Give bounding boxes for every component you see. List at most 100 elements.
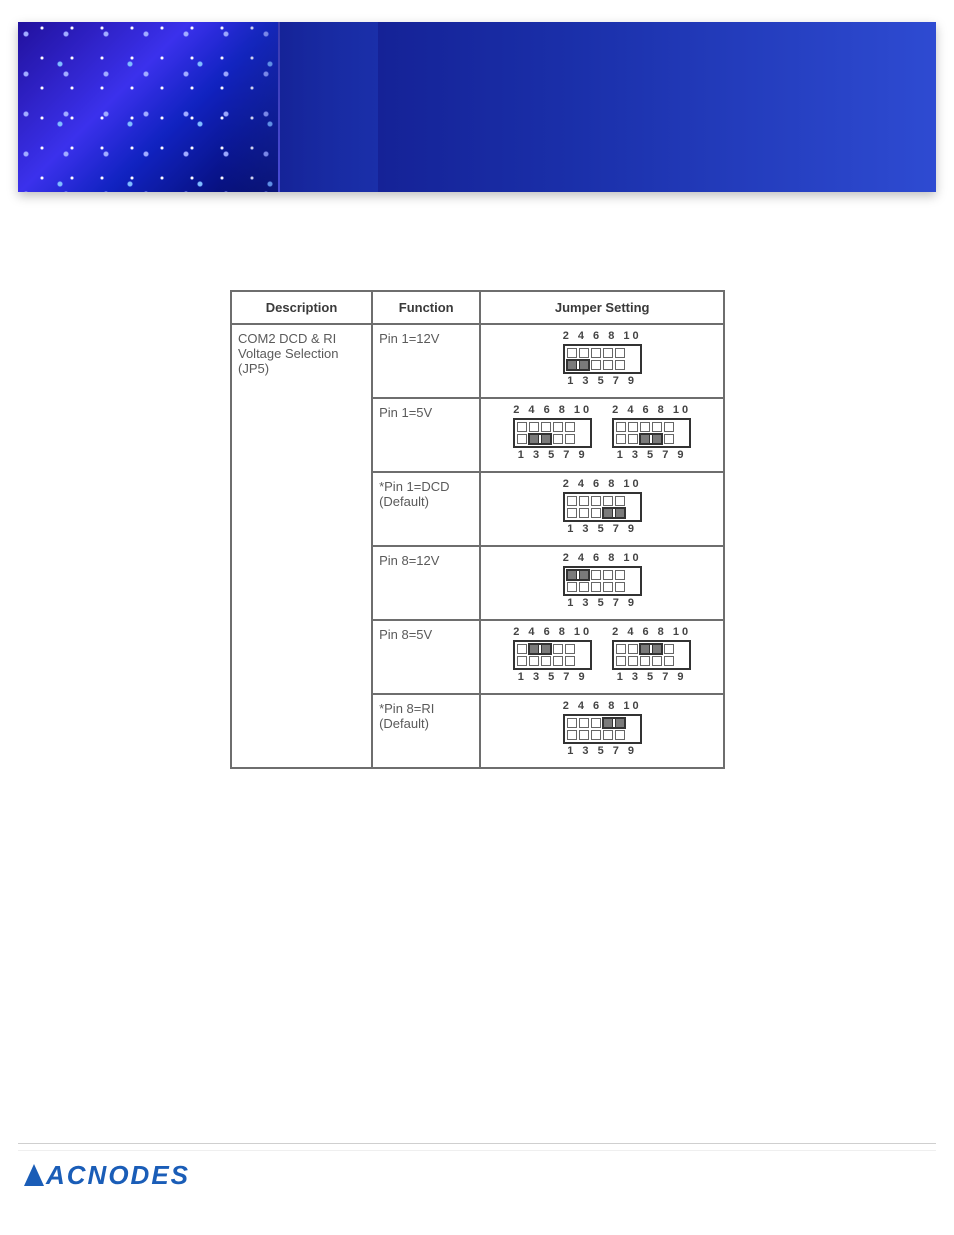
pin [615,570,625,580]
pin [567,496,577,506]
pin [553,422,563,432]
pin-rows [563,344,642,374]
cell-function: *Pin 8=RI (Default) [372,694,480,768]
pin [652,434,662,444]
pin-labels-bottom: 1 3 5 7 9 [612,450,691,461]
pin [579,570,589,580]
pin [652,656,662,666]
pin [628,434,638,444]
jumper-block: 2 4 6 8 101 3 5 7 9 [563,701,642,757]
pin [615,582,625,592]
pin [628,644,638,654]
pin-row [567,348,638,358]
pin [603,730,613,740]
closed-jumper-pair [529,644,551,654]
pin [565,656,575,666]
pin-row [517,656,588,666]
pin [553,644,563,654]
jumper-block: 2 4 6 8 10 1 3 5 7 9 [612,405,691,461]
pin [628,422,638,432]
pin [541,656,551,666]
cell-jumper-setting: 2 4 6 8 101 3 5 7 9 2 4 6 8 101 3 5 7 9 [480,620,724,694]
cell-jumper-setting: 2 4 6 8 101 3 5 7 9 [480,472,724,546]
pin-row [616,434,687,444]
pin-row [567,570,638,580]
jumper-block: 2 4 6 8 101 3 5 7 9 [563,331,642,387]
pin [615,508,625,518]
closed-jumper-pair [529,434,551,444]
pin-row [517,422,588,432]
pin-row [517,434,588,444]
pin-labels-top: 2 4 6 8 10 [513,405,592,416]
pin-labels-top: 2 4 6 8 10 [612,405,691,416]
pin [567,582,577,592]
cell-function: *Pin 1=DCD (Default) [372,472,480,546]
pin [529,434,539,444]
jumper-block: 2 4 6 8 101 3 5 7 9 [513,627,592,683]
closed-jumper-pair [603,508,625,518]
banner-fade [218,22,378,192]
pin-labels-top: 2 4 6 8 10 [563,479,642,490]
pin [541,644,551,654]
brand-text: ACNODES [46,1160,190,1191]
pin [616,656,626,666]
jumper-block: 2 4 6 8 101 3 5 7 9 [563,479,642,535]
pin-labels-bottom: 1 3 5 7 9 [563,746,642,757]
jumper-block-container: 2 4 6 8 10 1 3 5 7 9 2 4 6 8 10 1 3 5 7 9 [487,405,717,461]
cell-jumper-setting: 2 4 6 8 101 3 5 7 9 [480,694,724,768]
pin-row [616,644,687,654]
pin [529,644,539,654]
pin-labels-bottom: 1 3 5 7 9 [563,598,642,609]
cell-function: Pin 1=5V [372,398,480,472]
pin [616,644,626,654]
pin-row [567,508,638,518]
jumper-block: 2 4 6 8 10 1 3 5 7 9 [513,405,592,461]
pin [615,360,625,370]
table-row: COM2 DCD & RI Voltage Selection (JP5)Pin… [231,324,724,398]
pin [541,434,551,444]
pin [591,496,601,506]
pin [603,508,613,518]
jumper-block-container: 2 4 6 8 101 3 5 7 9 [487,331,717,387]
pin [517,422,527,432]
pin-rows [612,418,691,448]
pin [652,422,662,432]
pin-row [567,360,638,370]
pin [517,656,527,666]
pin [603,718,613,728]
brand-a-glyph [24,1164,44,1186]
jumper-block-container: 2 4 6 8 101 3 5 7 9 [487,479,717,535]
pin [591,582,601,592]
pin [603,582,613,592]
pin [529,422,539,432]
pin [541,422,551,432]
pin [615,718,625,728]
pin-rows [612,640,691,670]
pin-row [567,730,638,740]
brand-logo: ACNODES [24,1160,190,1191]
pin-labels-bottom: 1 3 5 7 9 [563,376,642,387]
pin-rows [563,492,642,522]
closed-jumper-pair [567,360,589,370]
pin [603,496,613,506]
pin [579,360,589,370]
pin [640,644,650,654]
closed-jumper-pair [640,644,662,654]
pin-row [616,422,687,432]
pin [591,570,601,580]
pin [616,434,626,444]
pin [664,644,674,654]
pin-labels-bottom: 1 3 5 7 9 [513,450,592,461]
pin [591,360,601,370]
pin-rows [513,640,592,670]
pin [579,496,589,506]
pin [579,730,589,740]
pin-labels-top: 2 4 6 8 10 [612,627,691,638]
cell-jumper-setting: 2 4 6 8 10 1 3 5 7 9 [480,546,724,620]
pin [579,508,589,518]
pin [640,656,650,666]
jumper-block: 2 4 6 8 101 3 5 7 9 [612,627,691,683]
pin-labels-top: 2 4 6 8 10 [563,553,642,564]
jumper-block-container: 2 4 6 8 10 1 3 5 7 9 [487,553,717,609]
pin [565,644,575,654]
